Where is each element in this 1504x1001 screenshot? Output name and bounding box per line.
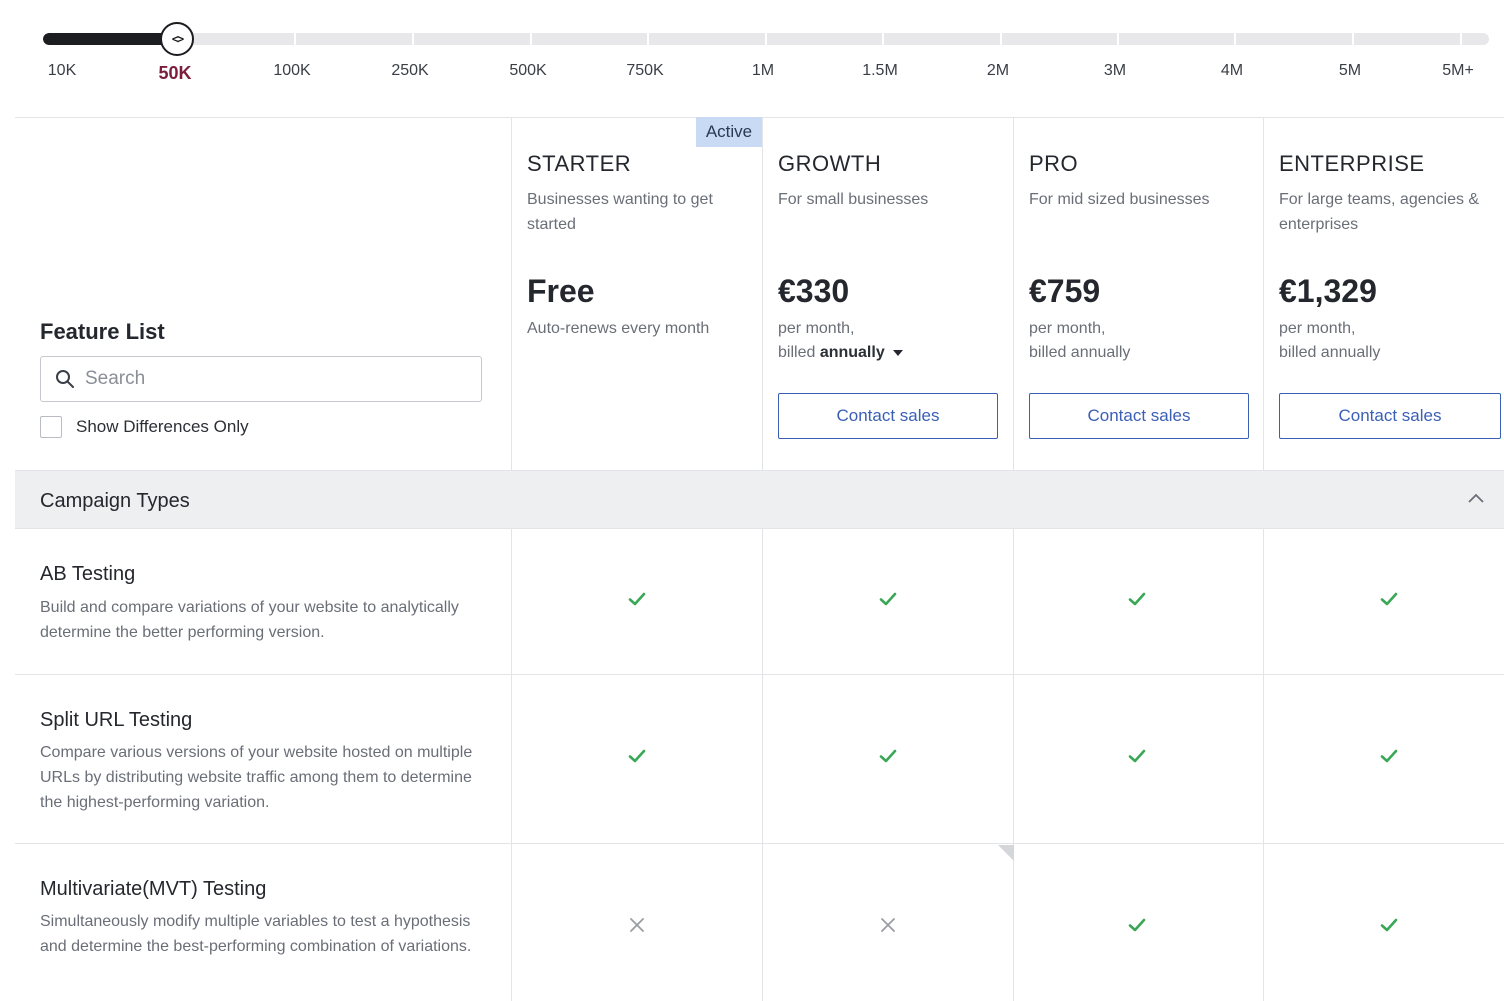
chevron-up-icon[interactable] [1466,489,1486,509]
contact-sales-button[interactable]: Contact sales [1029,393,1249,439]
slider-step-divider [1000,33,1002,45]
billing-cycle-value: annually [819,344,885,361]
slider-tick-label[interactable]: 500K [509,62,546,80]
plan-name: ENTERPRISE [1279,151,1425,176]
plan-description: For small businesses [778,191,929,208]
billing-cycle-dropdown[interactable]: billed annually [778,341,903,365]
plan-growth: GROWTH For small businesses €330 per mon… [762,117,1013,470]
show-differences-checkbox[interactable] [40,416,62,438]
check-icon [1380,749,1398,763]
plan-description: For large teams, agencies & enterprises [1279,191,1480,233]
plan-price: €1,329 [1279,273,1377,309]
show-differences-label: Show Differences Only [76,417,249,436]
slider-tick-label[interactable]: 50K [158,63,191,84]
slider-step-divider [294,33,296,45]
slider-tick-label[interactable]: 10K [48,62,76,80]
slider-tick-label[interactable]: 100K [273,62,310,80]
plan-price: Free [527,273,595,309]
slider-step-divider [530,33,532,45]
contact-sales-button[interactable]: Contact sales [778,393,998,439]
slider-tick-label[interactable]: 250K [391,62,428,80]
check-icon [628,749,646,763]
billing-period: per month, [1279,320,1356,337]
drag-arrows-icon: <> [171,32,185,46]
feature-row: Multivariate(MVT) Testing Simultaneously… [15,844,1504,1001]
search-icon [56,370,74,388]
feature-list-title: Feature List [40,319,165,344]
check-icon [879,592,897,606]
slider-step-divider [765,33,767,45]
billing-cycle: billed annually [1029,344,1131,361]
volume-slider[interactable]: <> 10K 50K 100K 250K 500K 750K 1M 1.5M 2M 3M 4M 5M 5… [0,0,1504,110]
show-differences-toggle[interactable]: Show Differences Only [40,416,249,438]
plan-enterprise: ENTERPRISE For large teams, agencies & e… [1263,117,1504,470]
feature-row: AB Testing Build and compare variations … [15,529,1504,675]
slider-tick-label[interactable]: 2M [987,62,1009,80]
check-icon [1128,749,1146,763]
feature-description: Compare various versions of your website… [40,744,473,811]
cross-icon [881,918,895,932]
plan-starter: STARTER Businesses wanting to get starte… [511,117,762,470]
plan-price: €330 [778,273,850,309]
slider-track[interactable] [43,33,1489,45]
check-icon [628,592,646,606]
feature-name: Split URL Testing [40,709,193,731]
check-icon [1380,918,1398,932]
slider-step-divider [1352,33,1354,45]
plan-pro: PRO For mid sized businesses €759 per mo… [1013,117,1263,470]
plan-description: Businesses wanting to get started [527,191,713,233]
slider-step-divider [1460,33,1462,45]
plan-billing: per month, billed annually [1029,317,1130,365]
slider-handle[interactable]: <> [160,22,194,56]
plan-name: PRO [1029,151,1079,176]
plan-billing: Auto-renews every month [527,320,710,337]
slider-step-divider [1117,33,1119,45]
feature-description: Simultaneously modify multiple variables… [40,913,472,955]
feature-name: Multivariate(MVT) Testing [40,878,267,900]
slider-tick-label[interactable]: 5M+ [1442,62,1474,80]
contact-sales-button[interactable]: Contact sales [1279,393,1501,439]
check-icon [879,749,897,763]
billing-cycle: billed annually [1279,344,1381,361]
plan-name: GROWTH [778,151,882,176]
check-icon [1380,592,1398,606]
search-input[interactable] [85,368,465,390]
page-fold-corner [998,845,1014,861]
plan-billing: per month, billed annually [1279,317,1380,365]
slider-step-divider [412,33,414,45]
slider-step-divider [882,33,884,45]
plan-name: STARTER [527,151,632,176]
feature-row: Split URL Testing Compare various versio… [15,675,1504,844]
slider-tick-label[interactable]: 1.5M [862,62,898,80]
slider-step-divider [647,33,649,45]
section-campaign-types[interactable]: Campaign Types [15,470,1504,529]
plan-description: For mid sized businesses [1029,191,1210,208]
slider-tick-label[interactable]: 1M [752,62,774,80]
section-title: Campaign Types [40,490,190,512]
plan-price: €759 [1029,273,1101,309]
slider-tick-label[interactable]: 4M [1221,62,1243,80]
caret-down-icon [892,349,903,356]
cross-icon [630,918,644,932]
slider-tick-label[interactable]: 750K [626,62,663,80]
billing-period: per month, [778,320,855,337]
search-field[interactable] [40,356,482,402]
feature-name: AB Testing [40,563,136,585]
check-icon [1128,592,1146,606]
slider-tick-label[interactable]: 5M [1339,62,1361,80]
plan-billing: per month, billed annually [778,317,903,365]
billing-prefix: billed [778,344,820,361]
slider-tick-label[interactable]: 3M [1104,62,1126,80]
billing-period: per month, [1029,320,1106,337]
feature-description: Build and compare variations of your web… [40,599,459,641]
slider-fill [43,33,177,45]
check-icon [1128,918,1146,932]
slider-step-divider [1234,33,1236,45]
